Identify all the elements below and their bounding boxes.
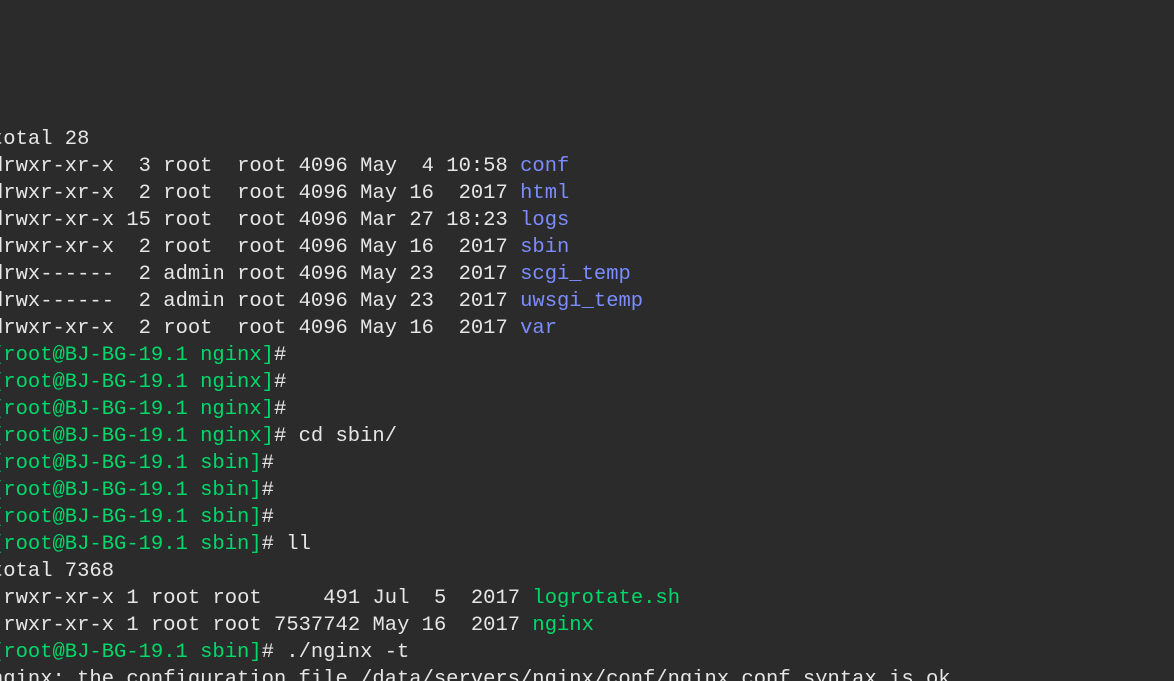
dir-name: var: [520, 317, 557, 340]
ls-row: drwxr-xr-x 3 root root 4096 May 4 10:58 …: [0, 155, 569, 178]
ls-total: total 28: [0, 128, 89, 151]
prompt-line[interactable]: [root@BJ-BG-19.1 nginx]#: [0, 344, 299, 367]
ls-row: drwxr-xr-x 2 root root 4096 May 16 2017 …: [0, 317, 557, 340]
user-host: [root@BJ-BG-19.1 sbin]: [0, 533, 262, 556]
ls-row: drwxr-xr-x 2 root root 4096 May 16 2017 …: [0, 182, 569, 205]
prompt-line[interactable]: [root@BJ-BG-19.1 nginx]#: [0, 371, 299, 394]
dir-name: logs: [520, 209, 569, 232]
ls-row: -rwxr-xr-x 1 root root 7537742 May 16 20…: [0, 614, 594, 637]
command: ll: [286, 533, 311, 556]
prompt-line[interactable]: [root@BJ-BG-19.1 nginx]#: [0, 398, 299, 421]
prompt-line[interactable]: [root@BJ-BG-19.1 sbin]# ll: [0, 533, 311, 556]
dir-name: sbin: [520, 236, 569, 259]
ls-row: -rwxr-xr-x 1 root root 491 Jul 5 2017 lo…: [0, 587, 680, 610]
ls-row: drwxr-xr-x 15 root root 4096 Mar 27 18:2…: [0, 209, 569, 232]
prompt-line[interactable]: [root@BJ-BG-19.1 nginx]# cd sbin/: [0, 425, 397, 448]
dir-name: html: [520, 182, 569, 205]
ls-total: total 7368: [0, 560, 114, 583]
prompt-line[interactable]: [root@BJ-BG-19.1 sbin]# ./nginx -t: [0, 641, 409, 664]
ls-row: drwxr-xr-x 2 root root 4096 May 16 2017 …: [0, 236, 569, 259]
terminal[interactable]: total 28 drwxr-xr-x 3 root root 4096 May…: [0, 126, 1174, 681]
user-host: [root@BJ-BG-19.1 sbin]: [0, 641, 262, 664]
dir-name: uwsgi_temp: [520, 290, 643, 313]
dir-name: conf: [520, 155, 569, 178]
prompt-line[interactable]: [root@BJ-BG-19.1 sbin]#: [0, 452, 286, 475]
ls-row: drwx------ 2 admin root 4096 May 23 2017…: [0, 263, 631, 286]
file-name: nginx: [532, 614, 594, 637]
ls-row: drwx------ 2 admin root 4096 May 23 2017…: [0, 290, 643, 313]
prompt-line[interactable]: [root@BJ-BG-19.1 sbin]#: [0, 506, 286, 529]
user-host: [root@BJ-BG-19.1 nginx]: [0, 398, 274, 421]
prompt-line[interactable]: [root@BJ-BG-19.1 sbin]#: [0, 479, 286, 502]
user-host: [root@BJ-BG-19.1 nginx]: [0, 371, 274, 394]
file-name: logrotate.sh: [532, 587, 680, 610]
user-host: [root@BJ-BG-19.1 nginx]: [0, 425, 274, 448]
user-host: [root@BJ-BG-19.1 sbin]: [0, 452, 262, 475]
user-host: [root@BJ-BG-19.1 sbin]: [0, 506, 262, 529]
command: ./nginx -t: [286, 641, 409, 664]
user-host: [root@BJ-BG-19.1 sbin]: [0, 479, 262, 502]
user-host: [root@BJ-BG-19.1 nginx]: [0, 344, 274, 367]
command: cd sbin/: [299, 425, 397, 448]
dir-name: scgi_temp: [520, 263, 631, 286]
output-line: nginx: the configuration file /data/serv…: [0, 668, 951, 681]
